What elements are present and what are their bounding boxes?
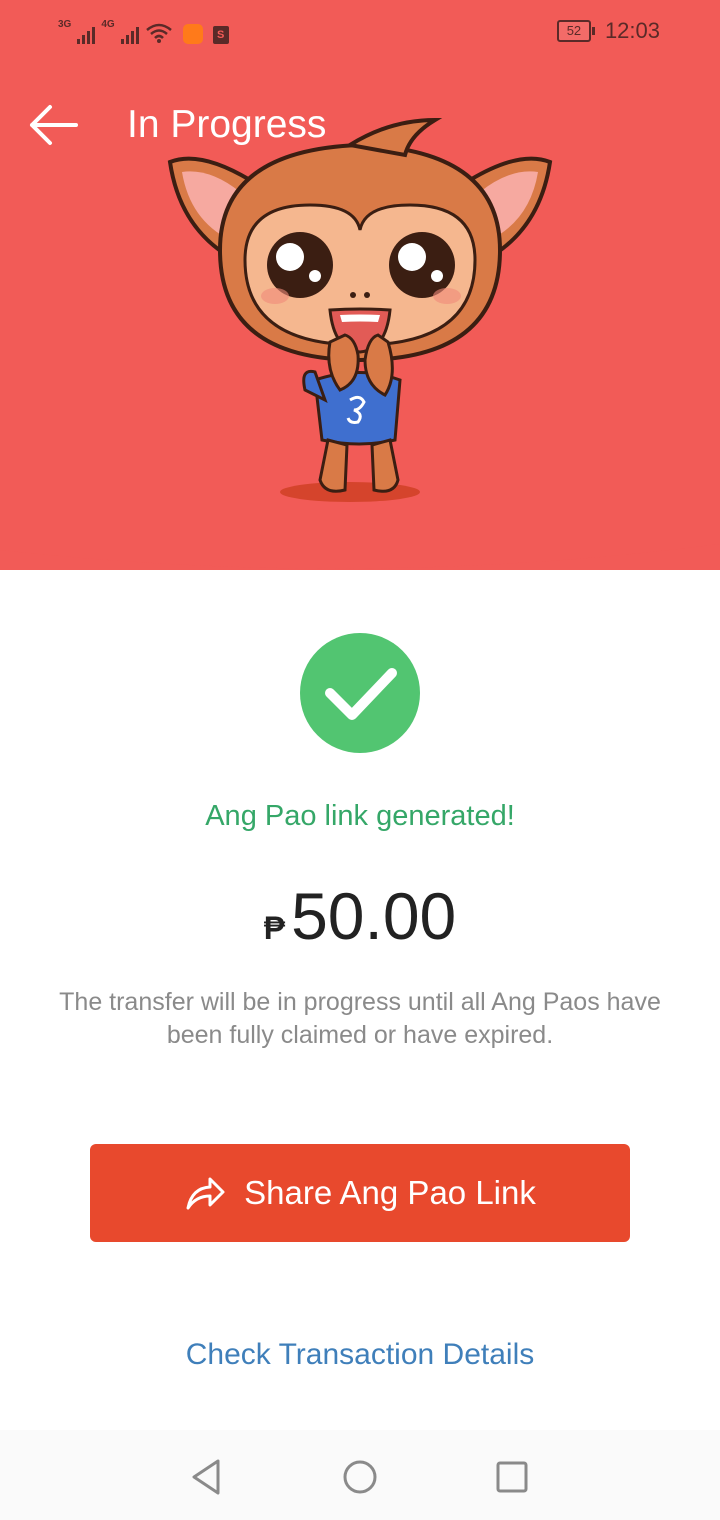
back-button[interactable] — [26, 100, 82, 150]
square-recents-icon[interactable] — [490, 1455, 534, 1499]
check-transaction-details-link[interactable]: Check Transaction Details — [0, 1338, 720, 1372]
hero-curve — [0, 520, 720, 569]
system-navigation-bar — [0, 1430, 720, 1520]
signal-icon — [77, 26, 96, 44]
monkey-mascot-illustration — [167, 117, 553, 502]
shopping-bag-icon: S — [212, 26, 229, 44]
ang-pao-progress-screen: 3G 4G S 52 12:03 In Progress Ang Pao lin… — [0, 0, 720, 1520]
success-message: Ang Pao link generated! — [205, 800, 515, 832]
share-arrow-icon — [186, 1177, 225, 1210]
share-ang-pao-link-button[interactable]: Share Ang Pao Link — [90, 1144, 630, 1242]
check-circle-icon — [300, 633, 420, 753]
triangle-back-icon[interactable] — [184, 1455, 228, 1499]
signal-icon — [120, 26, 139, 44]
battery-icon: 52 — [556, 20, 595, 42]
status-icons-left: 3G 4G S — [58, 16, 229, 44]
share-button-label: Share Ang Pao Link — [244, 1174, 536, 1211]
currency-symbol: ₱ — [263, 910, 286, 946]
network-type-label: 3G — [58, 19, 72, 30]
status-icons-right: 52 12:03 — [556, 18, 660, 44]
network-type-label: 4G — [101, 19, 115, 30]
amount-value: 50.00 — [291, 879, 457, 953]
wifi-icon — [145, 23, 172, 43]
arrow-left-icon — [30, 105, 78, 145]
status-bar: 3G 4G S 52 12:03 — [0, 0, 720, 60]
transfer-info-text: The transfer will be in progress until a… — [59, 988, 661, 1049]
status-time: 12:03 — [604, 18, 660, 43]
circle-home-icon[interactable] — [338, 1455, 382, 1499]
amount-display: ₱50.00 — [0, 878, 720, 954]
app-notification-icon — [182, 24, 203, 44]
